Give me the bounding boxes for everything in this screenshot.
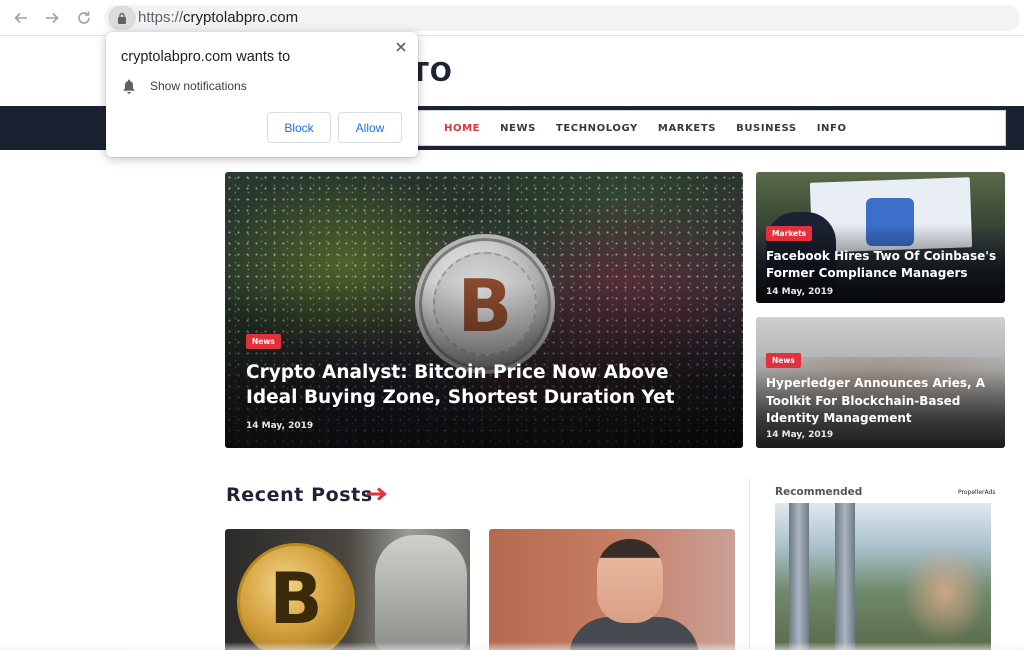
lock-icon: [118, 12, 126, 24]
featured-side-2-date: 14 May, 2019: [766, 430, 834, 440]
reload-icon: [78, 11, 90, 24]
recent-post-card-1[interactable]: B: [225, 529, 470, 650]
permission-text: Show notifications: [150, 79, 247, 93]
recent-posts-heading: Recent Posts: [226, 484, 373, 506]
popup-title: cryptolabpro.com wants to: [121, 49, 291, 65]
forward-arrow-icon: [46, 12, 59, 24]
bitcoin-symbol: B: [269, 558, 323, 640]
featured-side-1-title[interactable]: Facebook Hires Two Of Coinbase's Former …: [766, 248, 998, 282]
forward-button[interactable]: [42, 8, 62, 28]
featured-main-title[interactable]: Crypto Analyst: Bitcoin Price Now Above …: [246, 360, 706, 410]
menu-item-info[interactable]: INFO: [817, 123, 847, 134]
menu-item-technology[interactable]: TECHNOLOGY: [556, 123, 638, 134]
menu-item-news[interactable]: NEWS: [500, 123, 536, 134]
ad-brand-label[interactable]: PropellerAds: [958, 489, 995, 496]
reload-button[interactable]: [74, 8, 94, 28]
featured-main-card[interactable]: B News Crypto Analyst: Bitcoin Price Now…: [225, 172, 743, 448]
arrow-right-icon[interactable]: [366, 486, 388, 502]
featured-side-card-1[interactable]: Markets Facebook Hires Two Of Coinbase's…: [756, 172, 1005, 303]
browser-toolbar: https://cryptolabpro.com: [0, 0, 1024, 36]
featured-side-card-2[interactable]: News Hyperledger Announces Aries, A Tool…: [756, 317, 1005, 448]
back-button[interactable]: [11, 8, 31, 28]
site-info-button[interactable]: [108, 6, 136, 30]
featured-side-2-title[interactable]: Hyperledger Announces Aries, A Toolkit F…: [766, 375, 998, 428]
category-badge[interactable]: News: [766, 353, 801, 368]
recent-post-card-2[interactable]: [489, 529, 735, 650]
bitcoin-gold-coin-image: B: [237, 543, 355, 650]
category-badge[interactable]: News: [246, 334, 281, 349]
back-arrow-icon: [14, 12, 27, 24]
allow-button[interactable]: Allow: [338, 112, 402, 143]
category-badge[interactable]: Markets: [766, 226, 813, 241]
featured-side-1-date: 14 May, 2019: [766, 287, 834, 297]
url-host: cryptolabpro.com: [183, 9, 299, 26]
bottom-fade: [0, 642, 1024, 650]
bell-icon: [123, 79, 135, 94]
menu-item-markets[interactable]: MARKETS: [658, 123, 716, 134]
recommended-ad-image[interactable]: [775, 503, 991, 650]
menu-item-business[interactable]: BUSINESS: [736, 123, 797, 134]
sidebar-divider: [749, 478, 750, 650]
block-button[interactable]: Block: [267, 112, 331, 143]
close-icon: [396, 42, 406, 52]
url-scheme: https://: [138, 9, 184, 26]
person-portrait-image: [597, 539, 663, 623]
popup-close-button[interactable]: [393, 39, 409, 55]
ad-pillar: [789, 503, 809, 650]
menu-item-home[interactable]: HOME: [444, 123, 480, 134]
ad-pillar: [835, 503, 855, 650]
banknote-portrait-image: [375, 535, 467, 650]
notification-permission-popup: cryptolabpro.com wants to Show notificat…: [106, 32, 418, 157]
main-menu: HOME NEWS TECHNOLOGY MARKETS BUSINESS IN…: [444, 123, 867, 134]
featured-main-date: 14 May, 2019: [246, 421, 314, 431]
url-text[interactable]: https://cryptolabpro.com: [138, 9, 298, 26]
recommended-label: Recommended: [775, 486, 863, 498]
